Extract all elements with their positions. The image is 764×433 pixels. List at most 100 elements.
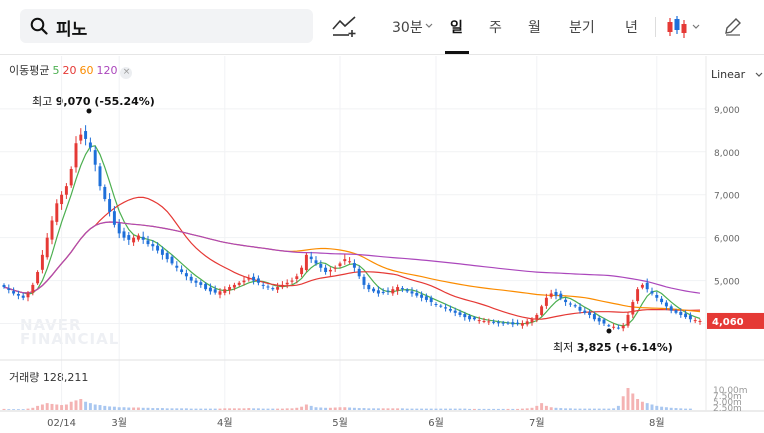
x-tick-label: 3월: [111, 417, 127, 429]
volume-bar: [506, 408, 510, 410]
candle: [93, 150, 97, 165]
volume-bar: [184, 408, 188, 410]
candle: [237, 282, 241, 285]
candle: [468, 315, 472, 320]
candle: [252, 276, 256, 281]
volume-bar: [26, 408, 30, 410]
volume-bar: [88, 403, 92, 410]
volume-bar: [45, 403, 49, 410]
volume-bar: [626, 388, 630, 410]
volume-bar: [362, 408, 366, 410]
volume-bar: [544, 405, 548, 410]
candle: [16, 293, 20, 296]
volume-bar: [535, 405, 539, 410]
candle: [458, 312, 462, 315]
volume-bar: [223, 408, 227, 410]
candle: [415, 292, 419, 296]
candle: [650, 291, 654, 294]
candle: [132, 237, 136, 243]
volume-bar: [645, 403, 649, 410]
candle: [688, 315, 692, 320]
candle: [554, 291, 558, 296]
volume-bar: [487, 408, 491, 410]
volume-bar: [352, 407, 356, 410]
candle: [674, 310, 678, 313]
candle: [669, 306, 673, 311]
ma-line-60: [3, 221, 701, 313]
volume-bar: [103, 405, 107, 410]
volume-bar: [549, 407, 553, 410]
candle: [180, 269, 184, 273]
candle: [184, 273, 188, 277]
candle: [660, 298, 664, 303]
x-tick-label: 8월: [649, 417, 665, 429]
volume-bar: [141, 407, 145, 410]
volume-bar: [468, 408, 472, 410]
candle: [506, 322, 510, 324]
candle: [175, 265, 179, 268]
x-tick-label: 7월: [529, 417, 545, 429]
volume-bar: [12, 409, 16, 410]
candle: [559, 293, 563, 298]
candle: [424, 296, 428, 300]
volume-bar: [367, 408, 371, 410]
volume-bar: [458, 408, 462, 410]
candle: [573, 305, 577, 307]
ma-line-5: [3, 145, 701, 327]
volume-bar: [328, 407, 332, 410]
volume-bar: [463, 408, 467, 410]
volume-bar: [357, 408, 361, 410]
volume-bar: [530, 407, 534, 410]
volume-bar: [31, 407, 35, 410]
volume-bar: [439, 408, 443, 410]
candle: [568, 303, 572, 305]
candle: [381, 291, 385, 293]
candle: [626, 314, 630, 326]
candle: [420, 294, 424, 298]
volume-bar: [132, 407, 136, 410]
high-marker: [86, 108, 92, 114]
candle: [487, 321, 491, 323]
candle: [141, 236, 145, 240]
candle: [223, 289, 227, 293]
candle: [218, 291, 222, 295]
candle: [583, 310, 587, 313]
volume-bar: [564, 408, 568, 410]
volume-bar: [568, 408, 572, 410]
volume-bar: [237, 408, 241, 410]
volume-bar: [501, 408, 505, 410]
volume-bar: [684, 408, 688, 410]
candle: [530, 319, 534, 323]
volume-bar: [199, 408, 203, 410]
volume-bar: [16, 409, 20, 410]
volume-bar: [84, 401, 88, 410]
candle: [391, 289, 395, 294]
candle: [324, 267, 328, 273]
candle: [304, 254, 308, 270]
price-chart[interactable]: 9,0008,0007,0006,0005,00010.00m7.50m5.00…: [0, 0, 764, 433]
candle: [352, 263, 356, 268]
candle: [21, 295, 25, 298]
volume-bar: [117, 407, 121, 410]
candle: [621, 325, 625, 329]
candle: [400, 288, 404, 290]
volume-bar: [295, 407, 299, 410]
volume-bar: [189, 408, 193, 410]
candle: [645, 282, 649, 290]
volume-bar: [242, 408, 246, 410]
volume-bar: [324, 407, 328, 410]
candle: [693, 320, 697, 322]
candle: [295, 276, 299, 279]
candle: [472, 317, 476, 320]
candle: [112, 211, 116, 225]
volume-bar: [688, 408, 692, 410]
candle: [60, 194, 64, 205]
candle: [74, 143, 78, 168]
volume-bar: [2, 408, 6, 410]
volume-bar: [655, 405, 659, 410]
candle: [271, 288, 275, 290]
volume-bar: [472, 408, 476, 410]
candle: [84, 131, 88, 139]
candle: [309, 256, 313, 260]
candle: [31, 284, 35, 293]
